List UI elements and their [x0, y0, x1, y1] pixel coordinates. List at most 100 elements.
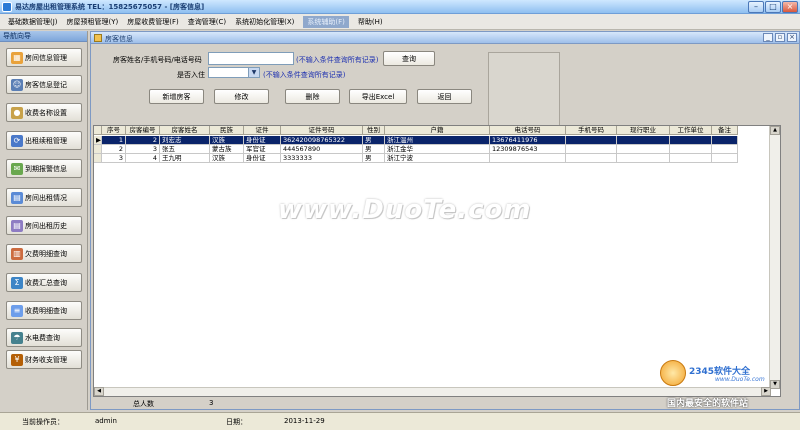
table-cell[interactable] — [670, 136, 712, 145]
menu-item[interactable]: 系统初始化管理(X) — [235, 17, 294, 27]
table-cell[interactable]: 汉族 — [210, 154, 244, 163]
column-header[interactable]: 证件 — [244, 126, 281, 135]
logo-slogan: 国内最安全的软件站 — [667, 399, 749, 409]
table-cell[interactable]: 444567890 — [281, 145, 363, 154]
table-cell[interactable]: 362420098765322 — [281, 136, 363, 145]
table-cell[interactable]: 王九明 — [160, 154, 210, 163]
close-icon[interactable]: × — [782, 1, 798, 13]
nav-item[interactable]: ▤ 房间出租历史 — [6, 216, 82, 235]
column-header[interactable]: 房客编号 — [126, 126, 160, 135]
table-cell[interactable] — [617, 145, 670, 154]
table-cell[interactable] — [670, 154, 712, 163]
nav-item-icon: ☂ — [11, 331, 23, 344]
column-header[interactable]: 工作单位 — [670, 126, 712, 135]
table-cell[interactable]: 3333333 — [281, 154, 363, 163]
nav-item[interactable]: ✉ 到期报警信息 — [6, 159, 82, 178]
nav-item[interactable]: ¥ 财务收支管理 — [6, 350, 82, 369]
add-tenant-button[interactable]: 新增房客 — [149, 89, 204, 104]
menu-item[interactable]: 房屋预租管理(Y) — [67, 17, 119, 27]
maximize-icon[interactable]: □ — [765, 1, 781, 13]
table-cell[interactable]: 4 — [126, 154, 160, 163]
menu-item[interactable]: 查询管理(C) — [188, 17, 226, 27]
column-header[interactable]: 房客姓名 — [160, 126, 210, 135]
table-cell[interactable]: 浙江宁波 — [385, 154, 490, 163]
table-cell[interactable]: 3 — [126, 145, 160, 154]
table-cell[interactable]: 1 — [102, 136, 126, 145]
table-cell[interactable]: 刘宏志 — [160, 136, 210, 145]
chevron-down-icon[interactable]: ▼ — [248, 68, 259, 77]
nav-item[interactable]: ☂ 水电费查询 — [6, 328, 82, 347]
table-row[interactable]: 3 4 王九明 汉族 身份证 3333333 男浙江宁波 — [94, 154, 780, 163]
edit-button[interactable]: 修改 — [214, 89, 269, 104]
nav-item-icon: ▤ — [11, 191, 23, 204]
query-button[interactable]: 查询 — [383, 51, 435, 66]
column-header[interactable]: 电话号码 — [490, 126, 566, 135]
column-header[interactable]: 性别 — [363, 126, 385, 135]
table-cell[interactable]: 2 — [126, 136, 160, 145]
menu-item[interactable]: 房屋收费管理(F) — [127, 17, 179, 27]
minimize-icon[interactable]: – — [748, 1, 764, 13]
table-row[interactable]: 2 3 张五 蒙古族 军官证 444567890 男浙江金华 12309876543 — [94, 145, 780, 154]
table-cell[interactable]: 身份证 — [244, 136, 281, 145]
table-cell[interactable]: 汉族 — [210, 136, 244, 145]
table-cell[interactable]: 2 — [102, 145, 126, 154]
nav-item[interactable]: Σ 收费汇总查询 — [6, 273, 82, 292]
table-cell[interactable] — [566, 145, 617, 154]
menu-item[interactable]: 基础数据管理(J) — [8, 17, 58, 27]
checkin-select[interactable]: ▼ — [208, 67, 260, 78]
nav-item[interactable]: ▤ 房间出租情况 — [6, 188, 82, 207]
table-cell[interactable]: 张五 — [160, 145, 210, 154]
export-excel-button[interactable]: 导出Excel — [349, 89, 407, 104]
back-button[interactable]: 返回 — [417, 89, 472, 104]
table-cell[interactable]: 男 — [363, 154, 385, 163]
nav-item[interactable]: ≡ 收费明细查询 — [6, 301, 82, 320]
nav-item[interactable]: ▥ 欠费明细查询 — [6, 244, 82, 263]
table-cell[interactable]: 浙江温州 — [385, 136, 490, 145]
column-header[interactable]: 民族 — [210, 126, 244, 135]
photo-frame — [488, 52, 560, 129]
table-cell[interactable]: 军官证 — [244, 145, 281, 154]
row-indicator-icon — [94, 145, 102, 154]
table-cell[interactable]: 12309876543 — [490, 145, 566, 154]
column-header[interactable]: 手机号码 — [566, 126, 617, 135]
panel-close-icon[interactable]: × — [787, 33, 797, 42]
table-cell[interactable] — [490, 154, 566, 163]
column-header[interactable]: 户籍 — [385, 126, 490, 135]
panel-minimize-icon[interactable]: _ — [763, 33, 773, 42]
date-value: 2013-11-29 — [284, 417, 325, 425]
column-header[interactable]: 证件号码 — [281, 126, 363, 135]
scroll-left-icon[interactable]: ◀ — [94, 387, 104, 396]
window-title: 易达房屋出租管理系统 TEL：15825675057 - [房客信息] — [15, 3, 205, 11]
table-cell[interactable]: 男 — [363, 145, 385, 154]
vertical-scrollbar[interactable]: ▲ ▼ — [769, 126, 780, 389]
table-cell[interactable] — [617, 136, 670, 145]
nav-item-icon: ▦ — [11, 51, 23, 64]
table-cell[interactable] — [670, 145, 712, 154]
search-input[interactable] — [208, 52, 294, 65]
nav-item[interactable]: ☺ 房客信息登记 — [6, 75, 82, 94]
nav-item[interactable]: ● 收费名称设置 — [6, 103, 82, 122]
app-icon — [2, 2, 12, 12]
nav-item[interactable]: ▦ 房间信息管理 — [6, 48, 82, 67]
table-cell[interactable]: 男 — [363, 136, 385, 145]
table-cell[interactable] — [617, 154, 670, 163]
table-cell[interactable] — [712, 154, 738, 163]
menu-item[interactable]: 系统辅助(F) — [303, 15, 349, 28]
table-cell[interactable] — [712, 145, 738, 154]
table-cell[interactable]: 浙江金华 — [385, 145, 490, 154]
table-cell[interactable] — [566, 136, 617, 145]
menu-item[interactable]: 帮助(H) — [358, 17, 383, 27]
table-cell[interactable] — [566, 154, 617, 163]
panel-restore-icon[interactable]: ▫ — [775, 33, 785, 42]
table-cell[interactable]: 3 — [102, 154, 126, 163]
nav-item[interactable]: ⟳ 出租续租管理 — [6, 131, 82, 150]
column-header[interactable]: 现行职业 — [617, 126, 670, 135]
table-cell[interactable]: 身份证 — [244, 154, 281, 163]
table-cell[interactable]: 蒙古族 — [210, 145, 244, 154]
column-header[interactable]: 备注 — [712, 126, 738, 135]
table-cell[interactable] — [712, 136, 738, 145]
delete-button[interactable]: 删除 — [285, 89, 340, 104]
table-row[interactable]: ▶ 1 2 刘宏志 汉族 身份证 362420098765322 男浙江温州 136764119… — [94, 136, 780, 145]
column-header[interactable]: 序号 — [102, 126, 126, 135]
table-cell[interactable]: 13676411976 — [490, 136, 566, 145]
